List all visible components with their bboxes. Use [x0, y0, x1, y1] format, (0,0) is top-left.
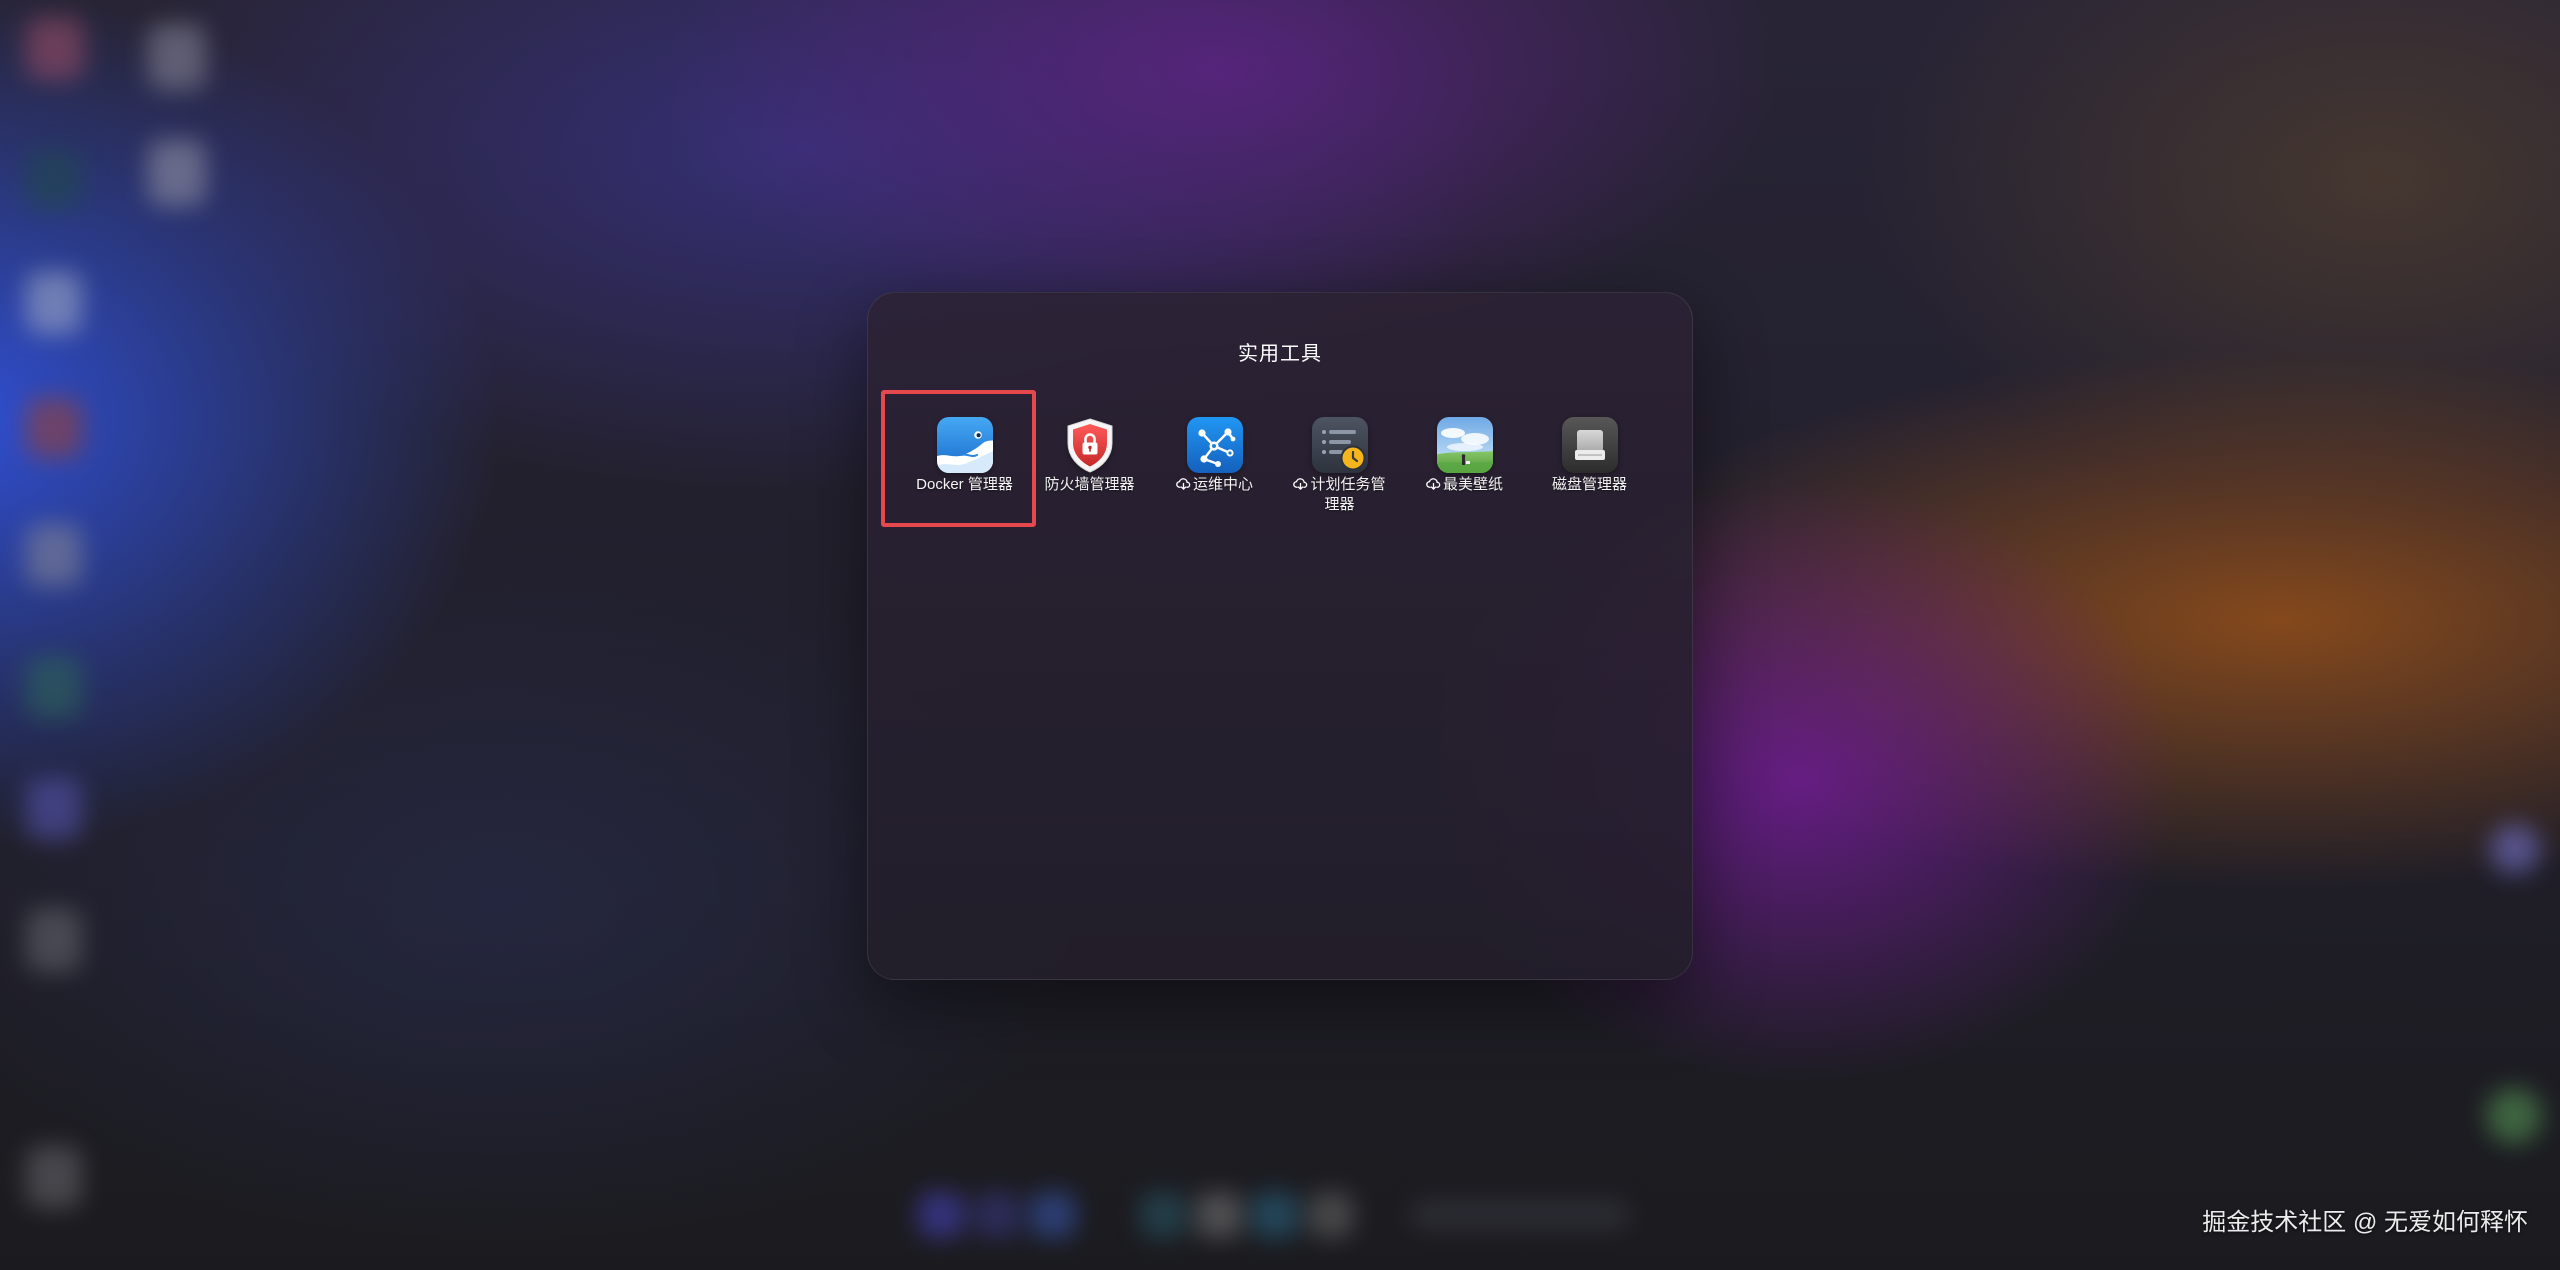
blurred-widget	[2490, 824, 2540, 874]
hard-disk-icon	[1561, 417, 1618, 473]
app-firewall-manager[interactable]: 防火墙管理器	[1027, 417, 1152, 515]
app-label-text: 最美壁纸	[1442, 476, 1503, 493]
firewall-shield-lock-icon	[1067, 418, 1112, 473]
blurred-desktop-icon	[148, 140, 206, 206]
blurred-dock-item	[1140, 1192, 1186, 1238]
app-label: 防火墙管理器	[1044, 475, 1134, 495]
app-label-text: Docker 管理器	[916, 476, 1013, 493]
blurred-dock-item	[1410, 1200, 1630, 1230]
blurred-dock-item	[1030, 1192, 1076, 1238]
app-task-scheduler[interactable]: 计划任务管理器	[1277, 417, 1402, 515]
app-disk-manager[interactable]: 磁盘管理器	[1527, 417, 1652, 515]
docker-whale-icon	[936, 417, 993, 473]
app-label: 最美壁纸	[1426, 475, 1503, 495]
cloud-download-icon	[1293, 478, 1308, 490]
folder-title[interactable]: 实用工具	[868, 341, 1692, 367]
app-label: 磁盘管理器	[1552, 475, 1627, 495]
blurred-dock-item	[1252, 1192, 1298, 1238]
blurred-desktop-icon	[26, 1146, 82, 1208]
blurred-desktop-icon	[26, 778, 82, 840]
landscape-wallpaper-icon	[1436, 417, 1493, 473]
cloud-download-icon	[1176, 478, 1191, 490]
watermark: 掘金技术社区 @ 无爱如何释怀	[2202, 1209, 2528, 1236]
blurred-desktop-icon	[148, 24, 206, 90]
blurred-desktop-icon	[26, 272, 82, 334]
app-label-text: 运维中心	[1192, 476, 1253, 493]
blurred-widget	[2486, 1088, 2542, 1144]
task-list-clock-icon	[1311, 417, 1368, 473]
blurred-desktop-icon	[26, 908, 82, 972]
blurred-desktop-icon	[26, 656, 82, 718]
app-docker-manager[interactable]: Docker 管理器	[902, 417, 1027, 515]
blurred-desktop-icon	[26, 150, 82, 210]
app-label-text: 防火墙管理器	[1044, 476, 1135, 493]
app-wallpaper[interactable]: 最美壁纸	[1402, 417, 1527, 515]
network-nodes-icon	[1186, 417, 1243, 473]
app-label: 计划任务管理器	[1292, 475, 1388, 515]
blurred-dock-item	[974, 1192, 1020, 1238]
cloud-download-icon	[1426, 478, 1441, 490]
blurred-desktop-icon	[26, 18, 84, 80]
blurred-desktop-icon	[26, 398, 82, 458]
app-ops-center[interactable]: 运维中心	[1152, 417, 1277, 515]
app-label: 运维中心	[1176, 475, 1253, 495]
app-grid: Docker 管理器 防火墙管理器 运维中心 计划任务管理器 最美壁纸 磁盘管理…	[902, 417, 1652, 515]
app-label: Docker 管理器	[916, 475, 1013, 495]
app-label-text: 磁盘管理器	[1551, 476, 1627, 493]
app-label-text: 计划任务管理器	[1310, 476, 1386, 513]
blurred-dock-item	[1196, 1192, 1242, 1238]
folder-popup: 实用工具 Docker 管理器 防火墙管理器 运维中心 计划任务管理器 最美壁纸…	[867, 292, 1693, 980]
blurred-dock-item	[1308, 1192, 1354, 1238]
blurred-desktop-icon	[26, 524, 82, 586]
blurred-dock-item	[918, 1192, 964, 1238]
